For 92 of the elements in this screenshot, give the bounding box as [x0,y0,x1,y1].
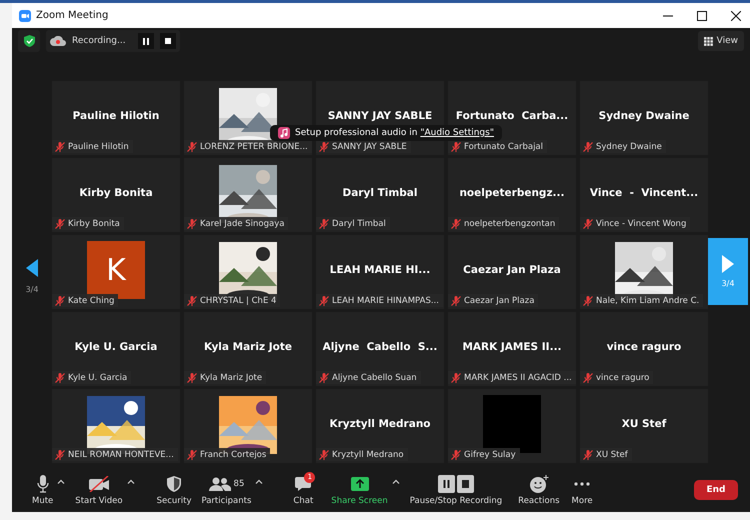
toolbar-label: Reactions [518,496,560,506]
next-page-icon [722,255,734,273]
security-button[interactable]: Security [156,474,192,506]
tooltip-text: Setup professional audio in "Audio Settings" [295,128,494,138]
audio-settings-link[interactable]: "Audio Settings" [420,128,494,138]
reactions-button[interactable]: Reactions [518,474,560,506]
zoom-logo-icon [19,10,31,22]
participant-label: Sydney Dwaine [596,142,662,152]
participant-name: Aljyne Cabello S... [322,341,438,353]
participant-label: Franch Cortejos [200,450,266,460]
participant-name: MARK JAMES II... [462,341,562,353]
view-button[interactable]: View [698,31,744,51]
share-screen-button[interactable]: Share Screen [331,474,388,506]
start-video-button[interactable]: Start Video [75,474,123,506]
caret-icon [392,479,400,484]
people-icon [208,476,231,490]
page-indicator: 3/4 [26,285,38,294]
participant-name: Kirby Bonita [79,187,153,199]
participant-name: XU Stef [622,418,666,430]
shield-icon [24,35,34,47]
participant-label: Kirby Bonita [68,218,120,228]
toolbar-label: Security [156,496,192,506]
participant-label: Daryl Timbal [332,218,386,228]
participant-label: MARK JAMES II AGACID ... [464,372,572,382]
recording-button[interactable]: Pause/Stop Recording [410,474,502,506]
cloud-icon [50,36,66,46]
toolbar-label: More [572,496,593,506]
participant-name: Pauline Hilotin [72,110,160,122]
page-indicator: 3/4 [722,279,734,288]
microphone-icon [36,474,49,492]
participants-button[interactable]: 85 Participants [201,474,252,506]
participant-label: Kryztyll Medrano [332,450,404,460]
participant-label: Caezar Jan Plaza [464,296,534,306]
participant-name: Kryztyll Medrano [329,418,431,430]
stop-icon [164,38,171,44]
participant-name: Sydney Dwaine [598,110,690,122]
pause-button[interactable] [138,33,154,49]
stop-button[interactable] [160,33,176,49]
end-button[interactable]: End [694,480,738,500]
pause-stop-icon [438,474,474,492]
participant-label: vince raguro [596,372,650,382]
caret-icon [126,479,135,484]
mute-button[interactable]: Mute [32,474,54,506]
shield-icon [167,476,182,492]
participant-name: noelpeterbengz... [459,187,565,199]
window-title: Zoom Meeting [36,10,110,21]
participant-label: Pauline Hilotin [68,142,129,152]
participant-name: Fortunato Carba... [456,110,568,122]
more-button[interactable]: More [572,474,593,506]
previous-page-icon[interactable] [26,259,38,277]
caret-icon [57,479,66,484]
participant-label: XU Stef [596,450,628,460]
caret-icon [255,479,264,484]
participant-name: Vince - Vincent... [590,187,698,199]
participant-label: LEAH MARIE HINAMPAS... [332,296,439,306]
participant-name: Caezar Jan Plaza [463,264,561,276]
participant-name: SANNY JAY SABLE [328,110,432,122]
participant-name: vince raguro [606,341,682,353]
close-icon[interactable] [731,10,741,20]
participant-label: NEIL ROMAN HONTEVE... [68,450,174,460]
grid-icon [704,36,713,46]
participant-label: CHRYSTAL | ChE 4 [200,296,276,306]
participant-label: Gifrey Sulay [464,450,516,460]
participant-label: Nale, Kim Liam Andre C. [596,296,700,306]
participant-label: Fortunato Carbajal [464,142,544,152]
toolbar-label: Participants [201,496,252,506]
participant-name: Kyle U. Garcia [74,341,158,353]
participant-name: Kyla Mariz Jote [204,341,292,353]
participant-label: LORENZ PETER BRIONE... [200,142,308,152]
maximize-icon[interactable] [697,10,707,20]
toolbar-label: Mute [32,496,54,506]
recording-status: Recording... [72,36,126,46]
participant-name: LEAH MARIE HI... [330,264,430,276]
toolbar-label: Share Screen [331,496,388,506]
participant-label: Kyle U. Garcia [68,372,128,382]
music-note-icon [278,127,290,139]
smiley-icon [528,474,549,492]
share-screen-icon [350,476,369,490]
participant-label: SANNY JAY SABLE [332,142,407,152]
pause-icon [142,38,149,44]
more-icon [574,482,590,486]
participant-count: 85 [234,478,244,488]
participant-label: Vince - Vincent Wong [596,218,686,228]
participant-label: Aljyne Cabello Suan [332,372,417,382]
toolbar-label: Pause/Stop Recording [410,496,502,506]
toolbar-label: Chat [293,496,314,506]
participant-label: Kyla Mariz Jote [200,372,262,382]
toolbar-label: Start Video [75,496,123,506]
video-off-icon [88,476,110,492]
participant-name: Daryl Timbal [342,187,418,199]
participant-label: Karel Jade Sinogaya [200,218,284,228]
participant-label: noelpeterbengzontan [464,218,556,228]
